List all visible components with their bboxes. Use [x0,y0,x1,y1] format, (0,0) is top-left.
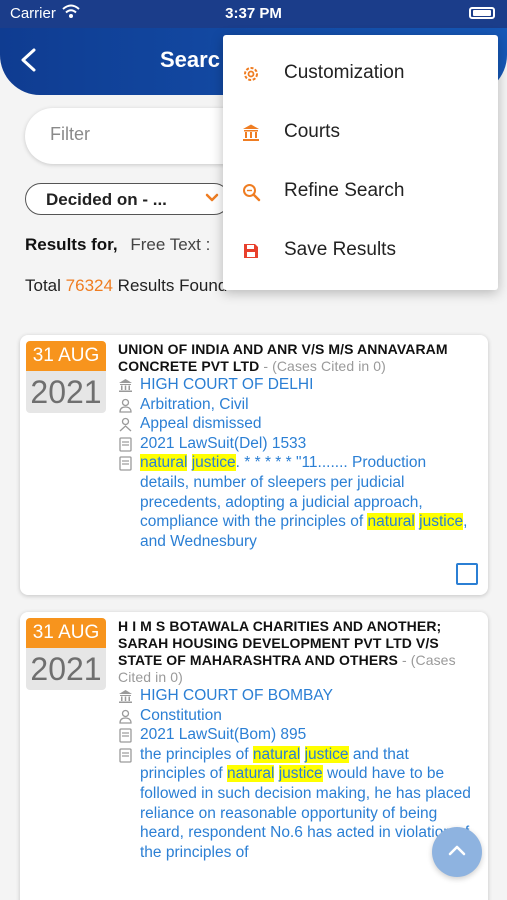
court-name: HIGH COURT OF DELHI [140,376,314,393]
subject-line: Constitution [118,706,474,726]
date-year: 2021 [26,371,106,413]
menu-label: Refine Search [284,180,405,201]
scroll-to-top-button[interactable] [432,827,482,877]
menu-item-save-results[interactable]: Save Results [223,222,498,280]
subject-text: Constitution [140,706,222,724]
results-for-label: Results for, [25,235,118,254]
highlight: justice [278,765,323,783]
card-body: UNION OF INDIA AND ANR V/S M/S ANNAVARAM… [118,341,474,551]
case-title-text: H I M S BOTAWALA CHARITIES AND ANOTHER; … [118,618,442,668]
highlight: justice [419,513,464,531]
clock: 3:37 PM [225,5,282,22]
date-day-month: 31 AUG [26,618,106,648]
document-icon [119,437,132,452]
page-title: Searc [160,47,220,72]
court-name: HIGH COURT OF BOMBAY [140,687,333,704]
menu-item-refine-search[interactable]: Refine Search [223,163,498,221]
date-day-month: 31 AUG [26,341,106,371]
menu-label: Customization [284,62,405,83]
case-title[interactable]: UNION OF INDIA AND ANR V/S M/S ANNAVARAM… [118,341,474,375]
chevron-up-icon [448,845,466,856]
subject-line: Arbitration, Civil [118,395,474,415]
battery-icon [469,7,495,19]
sort-selected-value: Decided on - ... [46,190,167,209]
snippet-text: natural justice. * * * * * "11....... Pr… [140,454,467,550]
total-suffix: Results Found [117,276,228,295]
cases-cited: - (Cases Cited in 0) [259,358,386,374]
menu-label: Courts [284,121,340,142]
snippet-text: the principles of natural justice and th… [140,745,471,861]
court-building-icon [119,379,132,392]
back-arrow-icon[interactable] [16,46,42,74]
outcome-text: Appeal dismissed [140,415,262,433]
sort-dropdown[interactable]: Decided on - ... [25,183,230,215]
citation-line: 2021 LawSuit(Del) 1533 [118,434,474,454]
date-block: 31 AUG 2021 [26,341,106,413]
snippet-part [300,746,304,763]
person-icon [119,398,132,413]
subject-text: Arbitration, Civil [140,395,249,413]
court-line: HIGH COURT OF BOMBAY [118,686,474,706]
document-icon [119,728,132,743]
case-title[interactable]: H I M S BOTAWALA CHARITIES AND ANOTHER; … [118,618,474,686]
total-count: 76324 [65,276,113,295]
highlight: natural [367,513,415,531]
citation-text: 2021 LawSuit(Del) 1533 [140,434,307,452]
free-text-label: Free Text : [130,235,211,254]
card-body: H I M S BOTAWALA CHARITIES AND ANOTHER; … [118,618,474,862]
floppy-save-icon [244,244,258,258]
outcome-line: Appeal dismissed [118,414,474,434]
chevron-down-icon [205,193,219,202]
highlight: natural [227,765,275,783]
overflow-menu: Customization Courts Refine Search Save … [223,35,498,290]
date-year: 2021 [26,648,106,690]
date-block: 31 AUG 2021 [26,618,106,690]
results-for-line: Results for, Free Text : [25,235,210,255]
court-building-icon [243,124,259,141]
snippet-part: the principles of [140,745,253,763]
highlight: justice [191,454,236,472]
total-prefix: Total [25,276,61,295]
court-building-icon [119,690,132,703]
person-icon [119,709,132,724]
menu-item-courts[interactable]: Courts [223,104,498,162]
refine-search-magnifier-icon [243,184,261,202]
snippet-line: the principles of natural justice and th… [118,745,474,863]
result-card[interactable]: 31 AUG 2021 H I M S BOTAWALA CHARITIES A… [20,612,488,900]
menu-label: Save Results [284,239,396,260]
highlight: natural [252,745,301,763]
citation-text: 2021 LawSuit(Bom) 895 [140,726,307,744]
highlight: natural [140,454,188,472]
document-icon [119,748,132,763]
customization-gear-icon [244,67,258,81]
citation-line: 2021 LawSuit(Bom) 895 [118,725,474,745]
total-results-line: Total 76324 Results Found [25,276,227,296]
select-checkbox[interactable] [456,563,478,585]
result-card[interactable]: 31 AUG 2021 UNION OF INDIA AND ANR V/S M… [20,335,488,595]
menu-item-customization[interactable]: Customization [223,45,498,103]
judge-gavel-icon [119,418,132,432]
court-line: HIGH COURT OF DELHI [118,375,474,395]
filter-input[interactable] [50,124,240,145]
status-bar: Carrier 3:37 PM [0,0,507,28]
highlight: justice [304,745,349,763]
snippet-line: natural justice. * * * * * "11....... Pr… [118,453,474,551]
document-icon [119,456,132,472]
